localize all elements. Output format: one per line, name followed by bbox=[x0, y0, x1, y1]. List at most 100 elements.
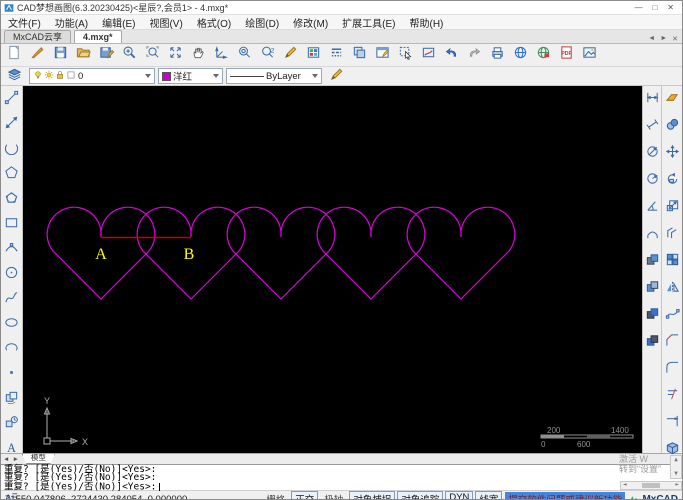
pencil-edit-button[interactable] bbox=[325, 66, 348, 86]
toggle-3[interactable]: 对象捕捉 bbox=[349, 491, 396, 499]
toggle-5[interactable]: DYN bbox=[445, 491, 474, 499]
dialog-edit-button[interactable] bbox=[371, 45, 394, 65]
rotate-copy-button[interactable] bbox=[1, 415, 23, 435]
menu-item-5[interactable]: 绘图(D) bbox=[238, 15, 286, 30]
spline-button[interactable] bbox=[1, 290, 23, 310]
menu-item-6[interactable]: 修改(M) bbox=[286, 15, 335, 30]
toggle-2[interactable]: 极轴 bbox=[320, 491, 347, 499]
copy-button[interactable] bbox=[661, 117, 683, 137]
chamfer-button[interactable] bbox=[661, 333, 683, 353]
save-button[interactable] bbox=[49, 45, 72, 65]
close-button[interactable]: ✕ bbox=[667, 3, 674, 12]
heart-shape-2[interactable] bbox=[226, 206, 336, 300]
web-button[interactable] bbox=[509, 45, 532, 65]
undo-button[interactable] bbox=[440, 45, 463, 65]
select-button[interactable] bbox=[394, 45, 417, 65]
draw-pencil-button[interactable] bbox=[279, 45, 302, 65]
polygon-button[interactable] bbox=[1, 165, 23, 185]
layer-manager-button[interactable] bbox=[3, 66, 26, 86]
point-button[interactable] bbox=[1, 365, 23, 385]
ellipse-arc-button[interactable] bbox=[1, 340, 23, 360]
pdf-export-button[interactable]: PDF bbox=[555, 45, 578, 65]
point-label-B[interactable]: B bbox=[184, 246, 195, 263]
linetype-select[interactable]: ByLayer bbox=[226, 68, 322, 84]
tab-model[interactable]: 模型 bbox=[21, 454, 55, 464]
rectangle-button[interactable] bbox=[1, 215, 23, 235]
trim-button[interactable] bbox=[661, 387, 683, 407]
print-icon bbox=[490, 45, 505, 65]
svg-text:A: A bbox=[7, 441, 16, 455]
layer-select[interactable]: 0 bbox=[29, 68, 155, 84]
copy-object-button[interactable] bbox=[1, 390, 23, 410]
tab-scroll-right-button[interactable]: ► bbox=[660, 35, 667, 43]
ellipse-button[interactable] bbox=[1, 315, 23, 335]
mirror-button[interactable] bbox=[661, 279, 683, 299]
minimize-button[interactable]: — bbox=[634, 3, 642, 12]
menu-item-7[interactable]: 扩展工具(E) bbox=[335, 15, 402, 30]
document-tab-1[interactable]: 4.mxg* bbox=[74, 30, 122, 43]
insert-image-button[interactable] bbox=[578, 45, 601, 65]
new-button[interactable] bbox=[3, 45, 26, 65]
linetype-manager-button[interactable] bbox=[325, 45, 348, 65]
menu-item-8[interactable]: 帮助(H) bbox=[403, 15, 451, 30]
toggle-6[interactable]: 线宽 bbox=[475, 491, 503, 499]
redo-button[interactable] bbox=[463, 45, 486, 65]
layout-scroll-left-button[interactable]: ◄ bbox=[3, 456, 9, 463]
blocks-button[interactable] bbox=[348, 45, 371, 65]
arc-button[interactable] bbox=[1, 140, 23, 160]
tab-bar-controls: ◄ ► ✕ bbox=[648, 35, 682, 43]
zoom-prev-button[interactable]: 2 bbox=[256, 45, 279, 65]
scale-button[interactable] bbox=[661, 198, 683, 218]
stamp-button[interactable] bbox=[417, 45, 440, 65]
erase-button[interactable] bbox=[661, 90, 683, 110]
command-vertical-scrollbar[interactable]: ▲ ▼ bbox=[670, 455, 682, 479]
point-label-A[interactable]: A bbox=[95, 246, 107, 263]
pan-button[interactable] bbox=[187, 45, 210, 65]
tab-scroll-left-button[interactable]: ◄ bbox=[648, 35, 655, 43]
web-cad-button[interactable] bbox=[532, 45, 555, 65]
color-select[interactable]: 洋红 bbox=[158, 68, 223, 84]
arc-3point-button[interactable] bbox=[1, 240, 23, 260]
menu-item-4[interactable]: 格式(O) bbox=[190, 15, 238, 30]
heart-shape-4[interactable] bbox=[406, 206, 516, 300]
polygon-edge-button[interactable] bbox=[1, 190, 23, 210]
layout-scroll-right-button[interactable]: ► bbox=[12, 456, 18, 463]
command-horizontal-scrollbar[interactable]: ◄ ► bbox=[620, 481, 682, 490]
zoom-realtime-button[interactable] bbox=[118, 45, 141, 65]
zoom-window-button[interactable] bbox=[141, 45, 164, 65]
heart-shape-3[interactable] bbox=[316, 206, 426, 300]
drawing-canvas[interactable]: A B Y X 200 1400 0 600 bbox=[23, 86, 642, 453]
array-button[interactable] bbox=[661, 252, 683, 272]
print-button[interactable] bbox=[486, 45, 509, 65]
document-tab-0[interactable]: MxCAD云享 bbox=[4, 30, 71, 43]
maximize-button[interactable]: □ bbox=[652, 3, 657, 12]
xline-button[interactable] bbox=[1, 115, 23, 135]
toggle-1[interactable]: 正交 bbox=[291, 491, 319, 499]
ucs-axes-button[interactable] bbox=[210, 45, 233, 65]
save-as-button[interactable] bbox=[95, 45, 118, 65]
circle-button[interactable] bbox=[1, 265, 23, 285]
menu-item-2[interactable]: 编辑(E) bbox=[95, 15, 142, 30]
menu-item-3[interactable]: 视图(V) bbox=[142, 15, 189, 30]
zoom-extents-button[interactable] bbox=[164, 45, 187, 65]
offset-button[interactable] bbox=[661, 225, 683, 245]
move-button[interactable] bbox=[661, 144, 683, 164]
palette-button[interactable] bbox=[302, 45, 325, 65]
zoom-object-button[interactable] bbox=[233, 45, 256, 65]
layer-off-icon bbox=[645, 333, 660, 353]
line-button[interactable] bbox=[1, 90, 23, 110]
command-line-area[interactable]: 重复? [是(Yes)/否(No)]<Yes>: 重复? [是(Yes)/否(No… bbox=[1, 454, 682, 492]
fillet-button[interactable] bbox=[661, 360, 683, 380]
feedback-link[interactable]: 提交软件问题或建议新功能 bbox=[505, 492, 626, 499]
edit-brush-button[interactable] bbox=[26, 45, 49, 65]
open-button[interactable] bbox=[72, 45, 95, 65]
edit-polyline-button[interactable] bbox=[661, 306, 683, 326]
toggle-0[interactable]: 栅格 bbox=[262, 491, 289, 499]
menu-item-0[interactable]: 文件(F) bbox=[1, 15, 48, 30]
toggle-4[interactable]: 对象追踪 bbox=[397, 491, 444, 499]
svg-text:1400: 1400 bbox=[611, 426, 629, 435]
menu-item-1[interactable]: 功能(A) bbox=[48, 15, 95, 30]
tab-close-button[interactable]: ✕ bbox=[672, 35, 678, 43]
rotate-button[interactable] bbox=[661, 171, 683, 191]
extend-button[interactable] bbox=[661, 414, 683, 434]
